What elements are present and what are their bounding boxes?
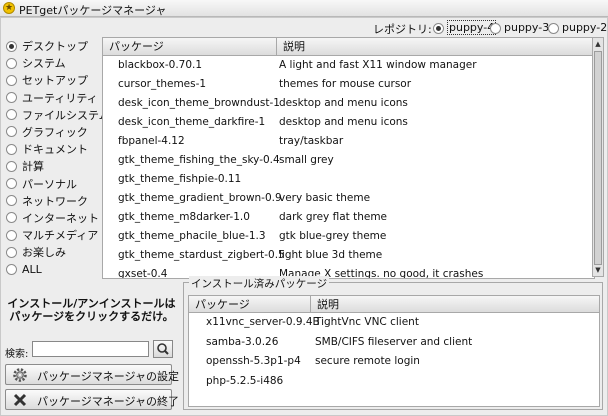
category-calculate[interactable]: 計算 xyxy=(6,158,101,175)
category-system[interactable]: システム xyxy=(6,55,101,72)
category-utility[interactable]: ユーティリティ xyxy=(6,90,101,107)
gear-icon xyxy=(13,368,27,382)
category-setup[interactable]: セットアップ xyxy=(6,72,101,89)
table-row[interactable]: desk_icon_theme_browndust-1 desktop and m… xyxy=(103,94,594,113)
repo-option-puppy-3[interactable]: puppy-3 xyxy=(490,21,549,34)
radio-icon xyxy=(6,92,17,104)
category-fun[interactable]: お楽しみ xyxy=(6,244,101,261)
table-row[interactable]: cursor_themes-1 themes for mouse cursor xyxy=(103,75,594,94)
category-graphic[interactable]: グラフィック xyxy=(6,124,101,141)
table-row[interactable]: gtk_theme_phacile_blue-1.3 gtk blue-grey … xyxy=(103,227,594,246)
radio-selected-icon xyxy=(6,40,17,52)
app-icon: ★ xyxy=(3,2,15,14)
title-bar: ★ PETgetパッケージマネージャ xyxy=(0,0,608,17)
table-row[interactable]: gtk_theme_stardust_zigbert-0.5 light blue… xyxy=(103,246,594,265)
table-row[interactable]: openssh-5.3p1-p4 secure remote login xyxy=(189,352,599,372)
table-row[interactable]: gxset-0.4 Manage X settings. no good, it … xyxy=(103,265,594,278)
radio-icon xyxy=(6,143,17,155)
search-label: 検索: xyxy=(5,349,29,360)
radio-icon xyxy=(6,229,17,241)
window-title: PETgetパッケージマネージャ xyxy=(19,4,167,17)
category-network[interactable]: ネットワーク xyxy=(6,193,101,210)
radio-selected-icon xyxy=(433,22,444,34)
category-filesystem[interactable]: ファイルシステム xyxy=(6,107,110,124)
quit-button-label: パッケージマネージャの終了 xyxy=(37,395,180,408)
settings-button-label: パッケージマネージャの設定 xyxy=(37,370,180,383)
radio-icon xyxy=(548,22,559,34)
column-header-package[interactable]: パッケージ xyxy=(103,38,277,56)
table-row[interactable]: fbpanel-4.12 tray/taskbar xyxy=(103,132,594,151)
installed-packages-frame: インストール済みパッケージ パッケージ 説明 x11vnc_server-0.9… xyxy=(183,276,603,410)
category-personal[interactable]: パーソナル xyxy=(6,176,101,193)
category-document[interactable]: ドキュメント xyxy=(6,141,101,158)
radio-icon xyxy=(6,57,17,69)
radio-icon xyxy=(6,195,17,207)
column-header-description[interactable]: 説明 xyxy=(277,38,594,56)
category-desktop[interactable]: デスクトップ xyxy=(6,38,101,55)
repo-option-puppy-2[interactable]: puppy-2 xyxy=(548,21,607,34)
installed-package-table: パッケージ 説明 x11vnc_server-0.9.4B TightVnc VN… xyxy=(188,295,600,407)
installed-packages-legend: インストール済みパッケージ xyxy=(189,276,330,291)
table-row[interactable]: gtk_theme_m8darker-1.0 dark grey flat the… xyxy=(103,208,594,227)
table-row[interactable]: blackbox-0.70.1 A light and fast X11 wind… xyxy=(103,56,594,75)
radio-icon xyxy=(490,22,501,34)
scrollbar-thumb[interactable] xyxy=(594,51,602,265)
search-button[interactable] xyxy=(153,340,173,358)
table-row[interactable]: php-5.2.5-i486 xyxy=(189,372,599,392)
repository-label: レポジトリ: xyxy=(373,23,432,36)
search-icon xyxy=(157,343,169,355)
radio-icon xyxy=(6,263,17,275)
table-row[interactable]: gtk_theme_fishpie-0.11 xyxy=(103,170,594,189)
radio-icon xyxy=(6,246,17,258)
radio-icon xyxy=(6,160,17,172)
column-header-package[interactable]: パッケージ xyxy=(189,296,311,313)
column-header-description[interactable]: 説明 xyxy=(311,296,599,313)
package-table: パッケージ 説明 blackbox-0.70.1 A light and fast… xyxy=(102,37,595,279)
close-icon xyxy=(13,393,27,407)
table-row[interactable]: gtk_theme_fishing_the_sky-0.4 small grey xyxy=(103,151,594,170)
category-all[interactable]: ALL xyxy=(6,261,101,278)
quit-button[interactable]: パッケージマネージャの終了 xyxy=(5,389,179,410)
category-list: デスクトップ システム セットアップ ユーティリティ ファイルシステム グラフィ… xyxy=(6,38,110,279)
radio-icon xyxy=(6,74,17,86)
radio-icon xyxy=(6,126,17,138)
radio-icon xyxy=(6,212,17,224)
search-input[interactable] xyxy=(32,341,149,357)
table-row[interactable]: gtk_theme_gradient_brown-0.9 very basic t… xyxy=(103,189,594,208)
category-multimedia[interactable]: マルチメディア xyxy=(6,227,101,244)
table-row[interactable]: samba-3.0.26 SMB/CIFS fileserver and clie… xyxy=(189,333,599,353)
table-row[interactable]: x11vnc_server-0.9.4B TightVnc VNC client xyxy=(189,313,599,333)
package-list-scrollbar[interactable]: ▲ ▼ xyxy=(592,37,604,277)
repo-option-puppy-4[interactable]: puppy-4 xyxy=(433,20,497,35)
scroll-up-arrow-icon[interactable]: ▲ xyxy=(593,39,603,49)
scroll-down-arrow-icon[interactable]: ▼ xyxy=(593,265,603,275)
table-row[interactable]: desk_icon_theme_darkfire-1 desktop and me… xyxy=(103,113,594,132)
settings-button[interactable]: パッケージマネージャの設定 xyxy=(5,364,179,385)
radio-icon xyxy=(6,178,17,189)
category-internet[interactable]: インターネット xyxy=(6,210,101,227)
instructions-text: インストール/アンインストールは パッケージをクリックするだけ。 xyxy=(7,297,176,323)
radio-icon xyxy=(6,109,17,121)
